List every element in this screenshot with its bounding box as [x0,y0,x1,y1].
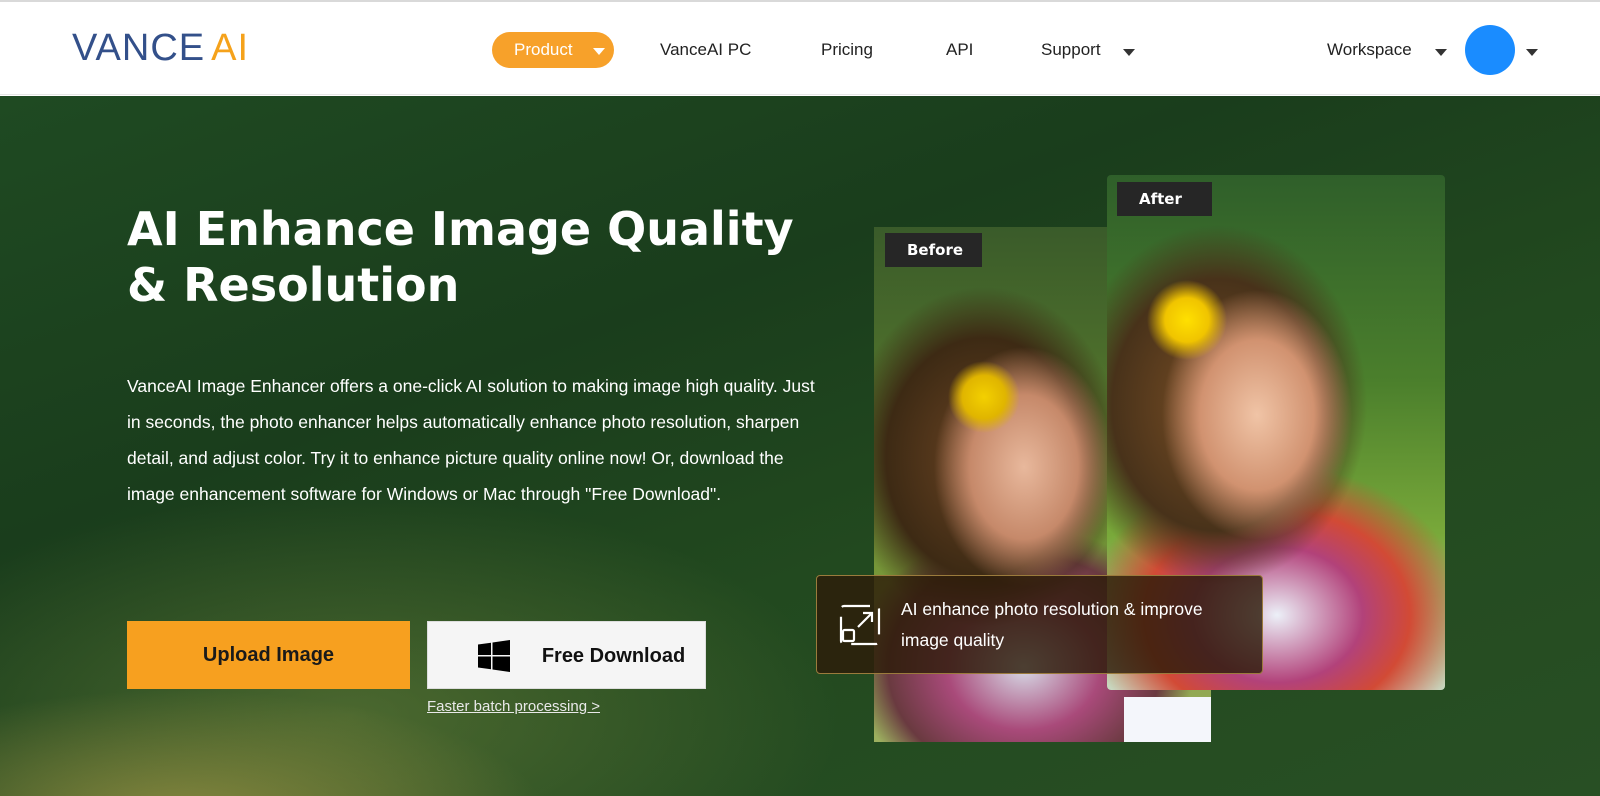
upload-image-button[interactable]: Upload Image [127,621,410,689]
hero-description: VanceAI Image Enhancer offers a one-clic… [127,376,815,504]
hero-section: AI Enhance Image Quality & Resolution Va… [0,96,1600,796]
after-label: After [1117,182,1212,216]
before-label: Before [885,233,982,267]
nav-workspace-menu[interactable]: Workspace [1327,32,1447,68]
vanceai-logo[interactable]: VANCE AI [72,28,249,68]
feature-callout-text: AI enhance photo resolution & improve im… [901,599,1203,650]
nav-product-menu[interactable]: Product [492,32,614,68]
free-download-button[interactable]: Free Download [427,621,706,689]
hero-title: AI Enhance Image Quality & Resolution [127,202,794,312]
nav-api[interactable]: API [946,32,973,68]
feature-callout: AI enhance photo resolution & improve im… [816,575,1263,674]
top-navigation-bar: VANCE AI Product VanceAI PC Pricing API S… [0,0,1600,95]
chevron-down-icon [1435,49,1447,56]
faster-batch-processing-link[interactable]: Faster batch processing > [427,698,600,715]
nav-support-label: Support [1041,40,1101,59]
logo-text-vance: VANCE [72,27,206,69]
before-image-bottom-strip [1124,697,1211,742]
chevron-down-icon [593,48,605,55]
chevron-down-icon [1123,49,1135,56]
expand-resolution-icon [839,604,881,646]
nav-workspace-label: Workspace [1327,40,1412,59]
nav-vanceai-pc[interactable]: VanceAI PC [660,32,751,68]
free-download-label: Free Download [541,645,686,667]
logo-text-ai: AI [211,27,250,69]
windows-icon [478,640,510,672]
account-chevron-down-icon[interactable] [1526,49,1538,56]
nav-support-menu[interactable]: Support [1041,32,1135,68]
nav-product-label: Product [514,40,573,59]
nav-pricing[interactable]: Pricing [821,32,873,68]
user-avatar[interactable] [1465,25,1515,75]
